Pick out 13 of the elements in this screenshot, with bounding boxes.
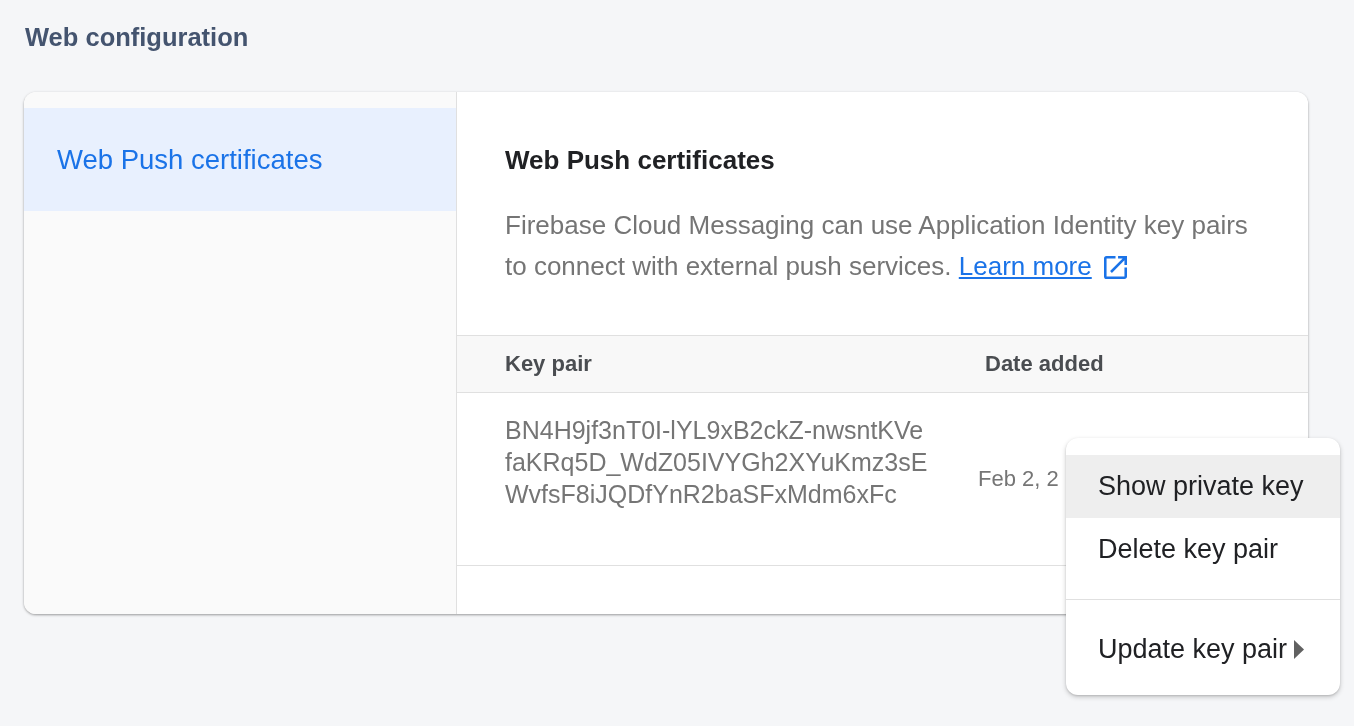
learn-more-link[interactable]: Learn more: [958, 251, 1092, 281]
menu-item[interactable]: Update key pair: [1066, 618, 1340, 681]
column-header: Date added: [985, 351, 1104, 377]
menu-item[interactable]: Delete key pair: [1066, 518, 1340, 581]
date-cell-text: Feb 2, 2: [978, 465, 1059, 493]
key-pair-cell-text: BN4H9jf3nT0I-lYL9xB2ckZ-nwsntKVefaKRq5D_WdZ05IVYGh2XYuKmz3sEWvfsF8iJQDfYnR2baSFxMdm6xFc: [505, 415, 929, 510]
column-header: Key pair: [505, 351, 593, 377]
page-title: Web configuration: [25, 22, 249, 52]
sidebar-item[interactable]: Web Push certificates: [24, 108, 456, 211]
external-link-icon[interactable]: [1103, 256, 1127, 279]
menu-item[interactable]: Show private key: [1066, 455, 1340, 518]
description-text: Firebase Cloud Messaging can use Application Identity key pairs to connect with external push services. Learn more: [505, 209, 1249, 283]
panel-title: Web Push certificates: [505, 145, 776, 175]
